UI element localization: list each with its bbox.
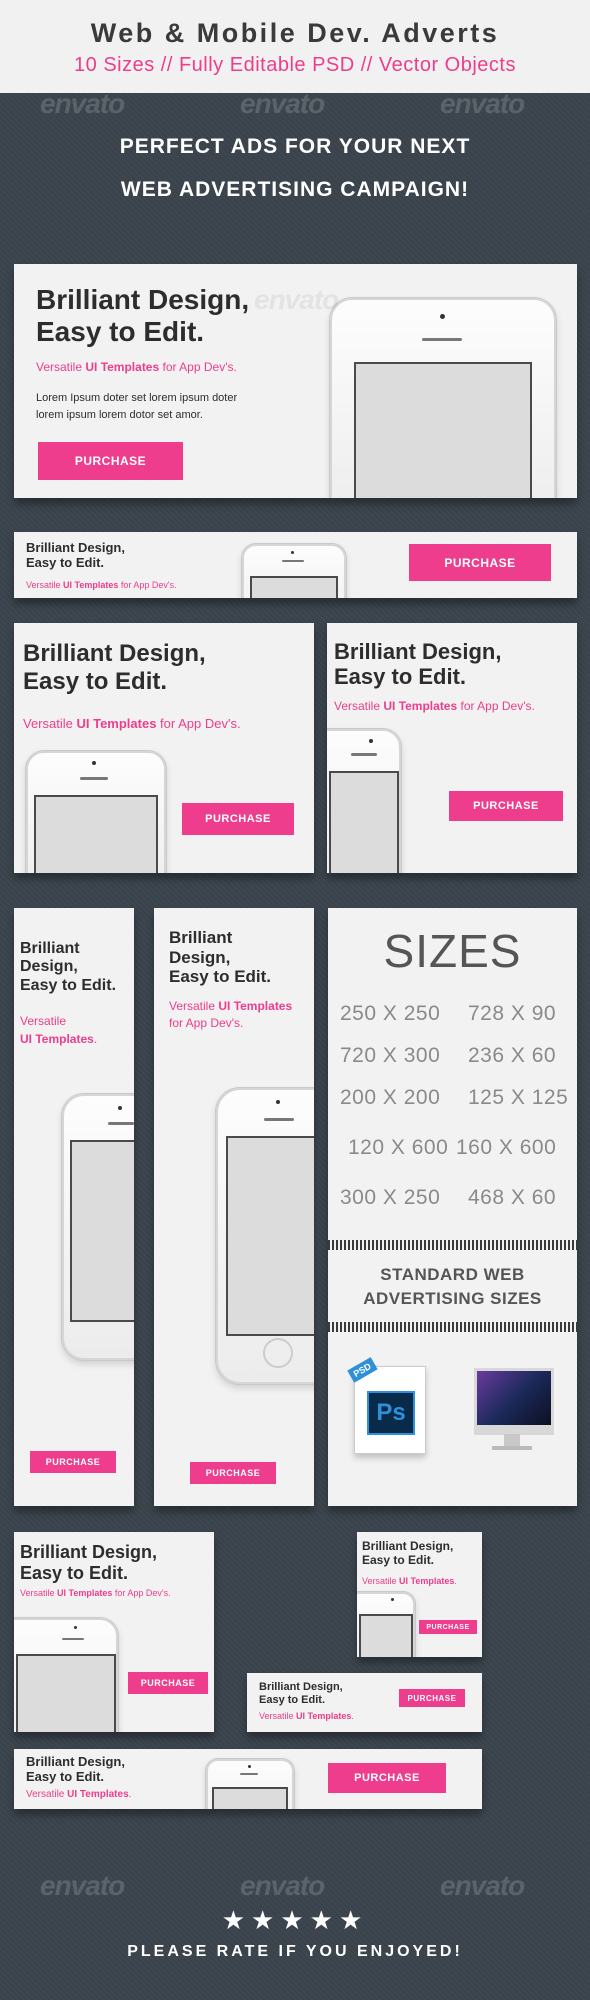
ad-tagline: Versatile UI Templates. [20,1014,98,1046]
purchase-button[interactable]: PURCHASE [128,1672,208,1694]
phone-image [216,1088,314,1384]
phone-image [357,1592,415,1657]
ad-tagline: Versatile UI Templates for App Dev's. [26,580,177,590]
ad-title: Brilliant Design, Easy to Edit. [362,1539,454,1567]
ad-200x200: Brilliant Design, Easy to Edit. Versatile… [14,1532,214,1732]
watermark: envato [254,284,339,315]
headline-line2: WEB ADVERTISING CAMPAIGN! [120,178,470,201]
size-item: 468 X 60 [468,1186,557,1209]
headline-line1: PERFECT ADS FOR YOUR NEXT [119,135,471,158]
ad-468x60: Brilliant Design, Easy to Edit. Versatile… [14,1749,482,1809]
phone-image [206,1759,294,1809]
phone-image [330,298,556,498]
watermark: envato [40,1870,125,1901]
ad-720x300: Brilliant Design, Easy to Edit. Versatile… [14,264,577,498]
purchase-button[interactable]: PURCHASE [449,791,563,821]
purchase-button[interactable]: PURCHASE [38,442,183,480]
ad-250x250: Brilliant Design, Easy to Edit. Versatile… [327,623,577,873]
ad-tagline: Versatile UI Templates. [362,1576,457,1586]
phone-image [327,729,401,873]
stripe-divider [328,1322,577,1332]
sizes-panel: SIZES 250 X 250 728 X 90 720 X 300 236 X… [328,908,577,1506]
watermark: envato [240,88,325,119]
ad-236x60: Brilliant Design, Easy to Edit. Versatile… [247,1673,482,1732]
ad-tagline: Versatile UI Templates for App Dev's. [334,699,535,713]
rate-text: PLEASE RATE IF YOU ENJOYED! [127,1943,463,1960]
purchase-button[interactable]: PURCHASE [419,1620,477,1634]
size-item: 236 X 60 [468,1044,557,1067]
purchase-button[interactable]: PURCHASE [399,1689,465,1707]
ad-tagline: Versatile UI Templates. [259,1711,354,1721]
phone-image [242,544,346,598]
size-item: 728 X 90 [468,1002,557,1025]
ad-title: Brilliant Design, Easy to Edit. [23,640,206,695]
ad-tagline: Versatile UI Templates for App Dev's. [20,1588,171,1598]
ad-160x600: Brilliant Design, Easy to Edit. Versatile … [154,908,314,1506]
ad-tagline: Versatile UI Templates. [26,1789,132,1800]
ad-title: Brilliant Design, Easy to Edit. [259,1681,343,1706]
stripe-divider [328,1240,577,1250]
ad-title: Brilliant Design, Easy to Edit. [20,940,117,994]
psd-file-icon: Ps PSD [347,1357,426,1454]
ad-title: Brilliant Design, Easy to Edit. [26,1754,125,1784]
imac-icon [468,1364,554,1454]
page-title: Web & Mobile Dev. Adverts [90,18,500,48]
size-item: 300 X 250 [340,1186,441,1209]
ad-title: Brilliant Design, Easy to Edit. [26,540,125,570]
purchase-button[interactable]: PURCHASE [182,803,294,835]
watermark: envato [40,88,125,119]
ad-tagline: Versatile UI Templates for App Dev's. [36,360,237,374]
size-item: 120 X 600 [348,1136,449,1159]
size-item: 160 X 600 [456,1136,557,1159]
purchase-button[interactable]: PURCHASE [328,1763,446,1793]
ad-body-text: Lorem Ipsum doter set lorem ipsum doter l… [36,392,238,421]
standard-sizes-text: STANDARD WEB ADVERTISING SIZES [363,1265,542,1308]
page-subtitle: 10 Sizes // Fully Editable PSD // Vector… [74,54,516,76]
size-item: 125 X 125 [468,1086,569,1109]
watermark: envato [440,1870,525,1901]
header: Web & Mobile Dev. Adverts 10 Sizes // Fu… [0,0,590,93]
ad-title: Brilliant Design, Easy to Edit. [169,928,272,987]
phone-image [62,1094,134,1360]
sizes-heading: SIZES [383,925,522,977]
ad-125x125: Brilliant Design, Easy to Edit. Versatile… [357,1532,482,1657]
ad-title: Brilliant Design, Easy to Edit. [20,1542,158,1583]
purchase-button[interactable]: PURCHASE [190,1462,276,1484]
ad-120x600: Brilliant Design, Easy to Edit. Versatile U… [14,908,134,1506]
watermark: envato [440,88,525,119]
ad-title: Brilliant Design, Easy to Edit. [334,639,502,690]
size-item: 200 X 200 [340,1086,441,1109]
ad-300x250: Brilliant Design, Easy to Edit. Versatile… [14,623,314,873]
phone-image [14,1618,118,1732]
ad-728x90: Brilliant Design, Easy to Edit. Versatile… [14,532,577,598]
size-item: 720 X 300 [340,1044,441,1067]
ad-title: Brilliant Design, Easy to Edit. [36,284,250,348]
purchase-button[interactable]: PURCHASE [30,1451,116,1473]
rating-stars[interactable]: ★★★★★ [0,1905,590,1936]
size-item: 250 X 250 [340,1002,441,1025]
ad-tagline: Versatile UI Templates for App Dev's. [23,716,241,731]
watermark: envato [240,1870,325,1901]
phone-image [26,751,166,873]
purchase-button[interactable]: PURCHASE [409,544,551,581]
ad-tagline: Versatile UI Templates for App Dev's. [169,999,293,1030]
